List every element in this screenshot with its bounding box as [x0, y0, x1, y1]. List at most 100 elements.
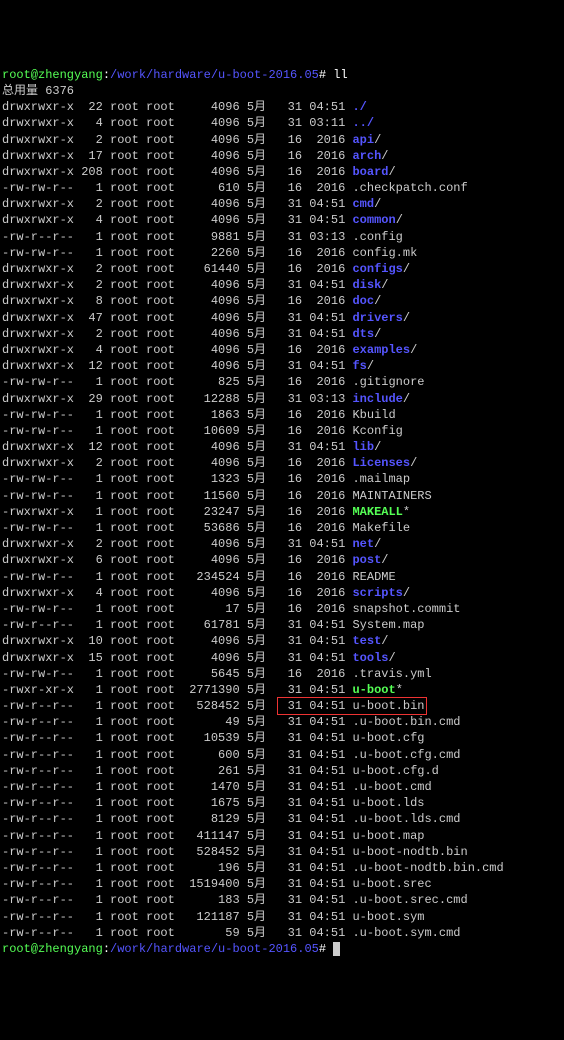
file-name: examples: [352, 343, 410, 357]
file-name: Kbuild: [352, 408, 395, 422]
file-name: ./: [352, 100, 366, 114]
file-name: System.map: [352, 618, 424, 632]
prompt-line-2[interactable]: root@zhengyang:/work/hardware/u-boot-201…: [2, 941, 564, 957]
file-name: .u-boot.srec.cmd: [352, 893, 467, 907]
file-name: .gitignore: [352, 375, 424, 389]
file-row: -rw-rw-r-- 1 root root 234524 5月 16 2016…: [2, 569, 564, 585]
file-name: configs: [352, 262, 402, 276]
prompt-path: /work/hardware/u-boot-2016.05: [110, 68, 319, 82]
file-name: u-boot.cfg.d: [352, 764, 438, 778]
file-name: .u-boot.sym.cmd: [352, 926, 460, 940]
terminal-output[interactable]: root@zhengyang:/work/hardware/u-boot-201…: [2, 67, 564, 957]
file-name: .u-boot.bin.cmd: [352, 715, 460, 729]
file-name: u-boot.bin: [352, 699, 424, 713]
file-row: drwxrwxr-x 2 root root 4096 5月 16 2016 a…: [2, 132, 564, 148]
file-name: drivers: [352, 311, 402, 325]
file-row: -rw-rw-r-- 1 root root 17 5月 16 2016 sna…: [2, 601, 564, 617]
file-name: u-boot.lds: [352, 796, 424, 810]
file-row: -rw-rw-r-- 1 root root 2260 5月 16 2016 c…: [2, 245, 564, 261]
file-row: drwxrwxr-x 2 root root 4096 5月 31 04:51 …: [2, 326, 564, 342]
file-name: u-boot-nodtb.bin: [352, 845, 467, 859]
file-name: board: [352, 165, 388, 179]
file-row: drwxrwxr-x 10 root root 4096 5月 31 04:51…: [2, 633, 564, 649]
file-row: -rw-r--r-- 1 root root 59 5月 31 04:51 .u…: [2, 925, 564, 941]
highlight-box: 31 04:51 u-boot.bin: [277, 697, 427, 715]
file-row: drwxrwxr-x 4 root root 4096 5月 31 03:11 …: [2, 115, 564, 131]
file-row: -rw-rw-r-- 1 root root 5645 5月 16 2016 .…: [2, 666, 564, 682]
file-row: -rwxr-xr-x 1 root root 2771390 5月 31 04:…: [2, 682, 564, 698]
file-name: .mailmap: [352, 472, 410, 486]
file-name: MAKEALL: [352, 505, 402, 519]
file-row: drwxrwxr-x 4 root root 4096 5月 16 2016 e…: [2, 342, 564, 358]
file-row: -rw-r--r-- 1 root root 121187 5月 31 04:5…: [2, 909, 564, 925]
file-row: -rw-r--r-- 1 root root 183 5月 31 04:51 .…: [2, 892, 564, 908]
file-row: -rw-rw-r-- 1 root root 10609 5月 16 2016 …: [2, 423, 564, 439]
total-line: 总用量 6376: [2, 83, 564, 99]
file-name: u-boot.map: [352, 829, 424, 843]
file-name: u-boot.cfg: [352, 731, 424, 745]
file-row: drwxrwxr-x 2 root root 4096 5月 16 2016 L…: [2, 455, 564, 471]
file-name: README: [352, 570, 395, 584]
file-name: ../: [352, 116, 374, 130]
file-name: Makefile: [352, 521, 410, 535]
cursor: [333, 942, 340, 956]
file-name: fs: [352, 359, 366, 373]
file-row: drwxrwxr-x 8 root root 4096 5月 16 2016 d…: [2, 293, 564, 309]
file-name: .u-boot.cfg.cmd: [352, 748, 460, 762]
file-name: .u-boot-nodtb.bin.cmd: [352, 861, 503, 875]
file-row: -rw-r--r-- 1 root root 10539 5月 31 04:51…: [2, 730, 564, 746]
file-row: -rw-r--r-- 1 root root 528452 5月 31 04:5…: [2, 698, 564, 714]
file-name: net: [352, 537, 374, 551]
file-name: api: [352, 133, 374, 147]
file-row: drwxrwxr-x 4 root root 4096 5月 16 2016 s…: [2, 585, 564, 601]
file-name: .checkpatch.conf: [352, 181, 467, 195]
file-name: test: [352, 634, 381, 648]
file-row: -rw-rw-r-- 1 root root 11560 5月 16 2016 …: [2, 488, 564, 504]
file-name: tools: [352, 651, 388, 665]
file-row: drwxrwxr-x 2 root root 4096 5月 31 04:51 …: [2, 277, 564, 293]
file-row: drwxrwxr-x 2 root root 4096 5月 31 04:51 …: [2, 196, 564, 212]
file-row: -rw-r--r-- 1 root root 1675 5月 31 04:51 …: [2, 795, 564, 811]
file-name: post: [352, 553, 381, 567]
file-name: scripts: [352, 586, 402, 600]
file-name: common: [352, 213, 395, 227]
file-row: drwxrwxr-x 29 root root 12288 5月 31 03:1…: [2, 391, 564, 407]
file-name: Kconfig: [352, 424, 402, 438]
file-name: .config: [352, 230, 402, 244]
file-row: -rw-r--r-- 1 root root 1470 5月 31 04:51 …: [2, 779, 564, 795]
prompt-userhost: root@zhengyang: [2, 68, 103, 82]
file-row: drwxrwxr-x 12 root root 4096 5月 31 04:51…: [2, 439, 564, 455]
file-row: drwxrwxr-x 12 root root 4096 5月 31 04:51…: [2, 358, 564, 374]
file-row: -rw-r--r-- 1 root root 196 5月 31 04:51 .…: [2, 860, 564, 876]
file-row: drwxrwxr-x 208 root root 4096 5月 16 2016…: [2, 164, 564, 180]
file-row: drwxrwxr-x 4 root root 4096 5月 31 04:51 …: [2, 212, 564, 228]
prompt-cmd: ll: [333, 68, 347, 82]
file-name: disk: [352, 278, 381, 292]
file-name: dts: [352, 327, 374, 341]
file-name: doc: [352, 294, 374, 308]
file-row: -rw-r--r-- 1 root root 600 5月 31 04:51 .…: [2, 747, 564, 763]
file-row: drwxrwxr-x 2 root root 4096 5月 31 04:51 …: [2, 536, 564, 552]
file-name: cmd: [352, 197, 374, 211]
file-name: MAINTAINERS: [352, 489, 431, 503]
file-name: u-boot: [352, 683, 395, 697]
file-name: .u-boot.cmd: [352, 780, 431, 794]
file-row: -rw-r--r-- 1 root root 61781 5月 31 04:51…: [2, 617, 564, 633]
file-listing: drwxrwxr-x 22 root root 4096 5月 31 04:51…: [2, 99, 564, 941]
file-row: -rw-r--r-- 1 root root 49 5月 31 04:51 .u…: [2, 714, 564, 730]
file-row: drwxrwxr-x 15 root root 4096 5月 31 04:51…: [2, 650, 564, 666]
file-row: drwxrwxr-x 2 root root 61440 5月 16 2016 …: [2, 261, 564, 277]
file-name: snapshot.commit: [352, 602, 460, 616]
file-name: u-boot.srec: [352, 877, 431, 891]
file-name: Licenses: [352, 456, 410, 470]
file-row: -rw-r--r-- 1 root root 1519400 5月 31 04:…: [2, 876, 564, 892]
file-row: -rw-r--r-- 1 root root 9881 5月 31 03:13 …: [2, 229, 564, 245]
file-row: -rw-rw-r-- 1 root root 53686 5月 16 2016 …: [2, 520, 564, 536]
prompt-line: root@zhengyang:/work/hardware/u-boot-201…: [2, 67, 564, 83]
file-row: -rw-rw-r-- 1 root root 610 5月 16 2016 .c…: [2, 180, 564, 196]
file-row: -rw-rw-r-- 1 root root 825 5月 16 2016 .g…: [2, 374, 564, 390]
file-row: -rw-r--r-- 1 root root 261 5月 31 04:51 u…: [2, 763, 564, 779]
file-name: lib: [352, 440, 374, 454]
file-row: -rw-rw-r-- 1 root root 1863 5月 16 2016 K…: [2, 407, 564, 423]
file-row: -rw-r--r-- 1 root root 8129 5月 31 04:51 …: [2, 811, 564, 827]
